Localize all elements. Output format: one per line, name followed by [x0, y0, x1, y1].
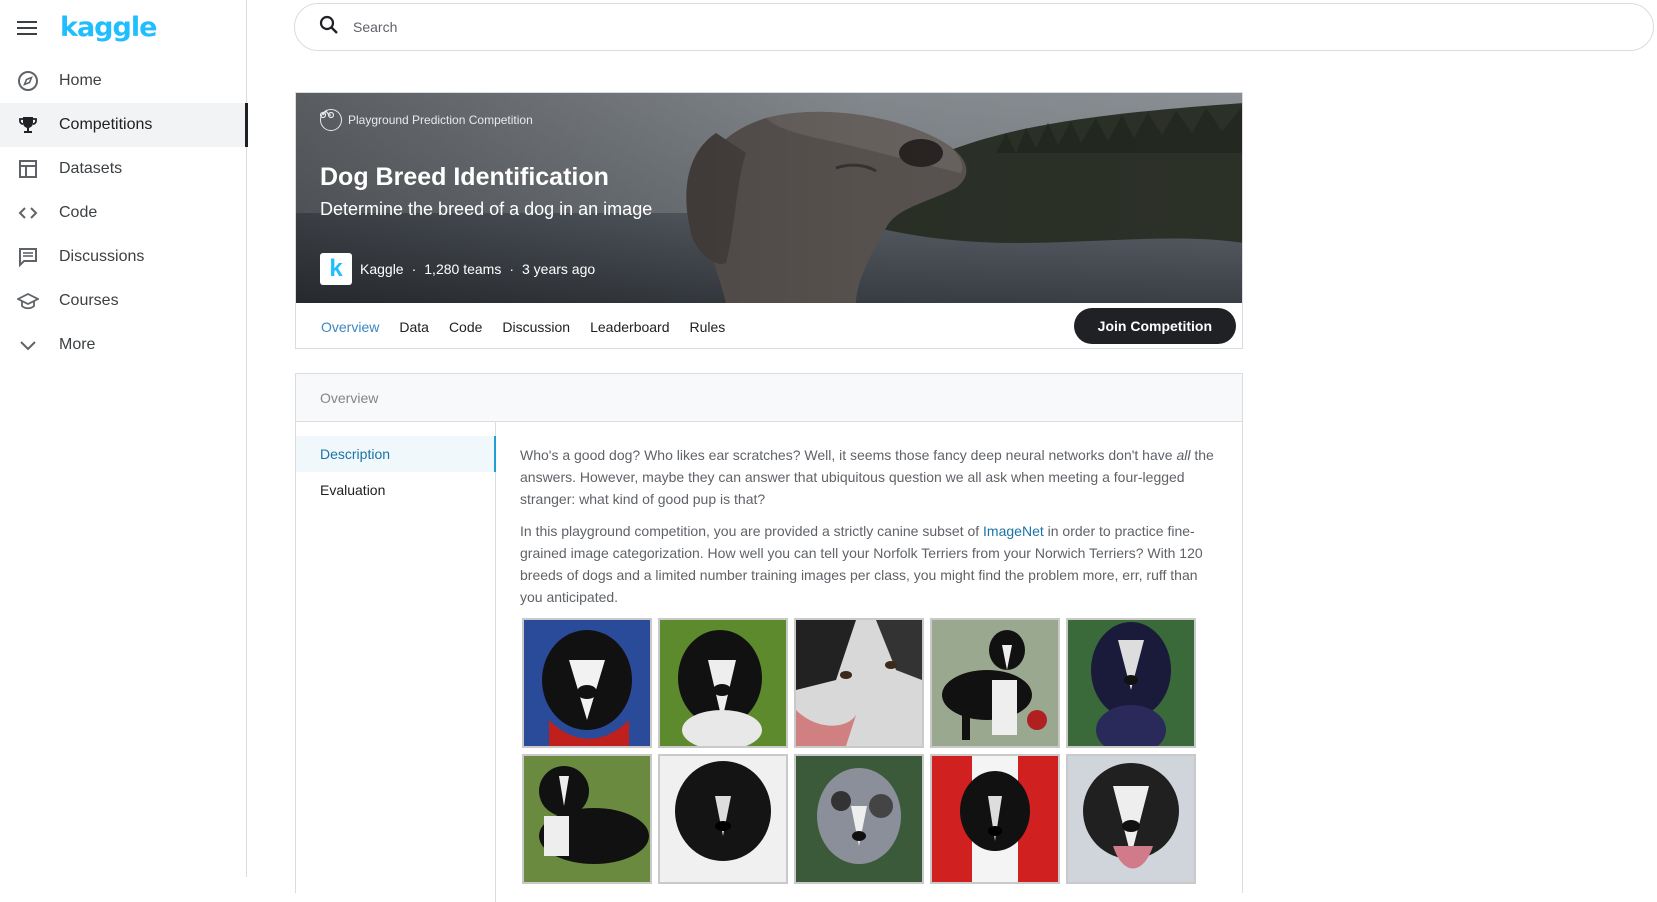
description-paragraph-1: Who's a good dog? Who likes ear scratche… — [520, 447, 1214, 507]
graduation-cap-icon — [16, 289, 40, 313]
search-input[interactable] — [353, 19, 1553, 35]
emphasis-text: all — [1176, 447, 1191, 463]
code-icon — [16, 201, 40, 225]
dog-photo — [658, 754, 788, 884]
competition-title: Dog Breed Identification — [320, 163, 609, 191]
tab-overview[interactable]: Overview — [321, 303, 379, 348]
competition-meta: k Kaggle · 1,280 teams · 3 years ago — [320, 253, 595, 285]
tab-code[interactable]: Code — [449, 303, 482, 348]
tab-data[interactable]: Data — [399, 303, 429, 348]
comments-icon — [16, 245, 40, 269]
dog-photo — [522, 754, 652, 884]
subnav-item-description[interactable]: Description — [296, 436, 496, 472]
meta-separator: · — [509, 261, 514, 277]
dog-photo — [794, 618, 924, 748]
nav-item-more[interactable]: More — [0, 323, 247, 367]
dog-image-gallery — [520, 618, 1220, 884]
team-count: 1,280 teams — [424, 261, 502, 277]
nav-item-discussions[interactable]: Discussions — [0, 235, 247, 279]
meta-separator: · — [411, 261, 417, 277]
competition-banner-image: Playground Prediction Competition Dog Br… — [296, 93, 1242, 303]
subnav-item-evaluation[interactable]: Evaluation — [296, 472, 495, 508]
competition-header: Playground Prediction Competition Dog Br… — [295, 92, 1243, 349]
nav-item-code[interactable]: Code — [0, 191, 247, 235]
tab-leaderboard[interactable]: Leaderboard — [590, 303, 669, 348]
chevron-down-icon — [16, 333, 40, 357]
dog-photo — [522, 618, 652, 748]
search-bar[interactable] — [294, 3, 1654, 51]
imagenet-link[interactable]: ImageNet — [983, 523, 1044, 539]
tab-rules[interactable]: Rules — [690, 303, 726, 348]
dog-photo — [930, 618, 1060, 748]
brand: kaggle — [14, 10, 157, 46]
nav-item-courses[interactable]: Courses — [0, 279, 247, 323]
overview-subnav: Description Evaluation — [296, 422, 496, 902]
dog-photo — [930, 754, 1060, 884]
dog-photo — [1066, 618, 1196, 748]
nav-label: Code — [59, 204, 98, 221]
competition-age: 3 years ago — [522, 261, 596, 277]
description-paragraph-2: In this playground competition, you are … — [520, 523, 1203, 605]
category-label: Playground Prediction Competition — [348, 113, 533, 127]
overview-header: Overview — [296, 374, 1242, 422]
tab-discussion[interactable]: Discussion — [502, 303, 570, 348]
nav-label: Discussions — [59, 248, 145, 265]
trophy-icon — [16, 113, 40, 137]
nav-item-home[interactable]: Home — [0, 59, 247, 103]
compass-icon — [16, 69, 40, 93]
dog-photo — [658, 618, 788, 748]
nav-label: Competitions — [59, 116, 153, 133]
nav-item-datasets[interactable]: Datasets — [0, 147, 247, 191]
overview-panel: Overview Description Evaluation Who's a … — [295, 373, 1243, 902]
search-icon — [319, 15, 339, 40]
competition-subtitle: Determine the breed of a dog in an image — [320, 199, 653, 219]
sidebar: kaggle Home Competitions Datasets Code D… — [0, 0, 248, 877]
join-competition-button[interactable]: Join Competition — [1073, 308, 1236, 344]
nav-item-competitions[interactable]: Competitions — [0, 103, 248, 147]
dog-photo — [1066, 754, 1196, 884]
dog-photo — [794, 754, 924, 884]
description-content: Who's a good dog? Who likes ear scratche… — [520, 444, 1220, 884]
table-icon — [16, 157, 40, 181]
nav-label: Home — [59, 72, 102, 89]
competition-category: Playground Prediction Competition — [320, 109, 533, 131]
kaggle-logo[interactable]: kaggle — [60, 12, 157, 43]
main-nav: Home Competitions Datasets Code Discussi… — [0, 59, 248, 367]
nav-label: Datasets — [59, 160, 123, 177]
host-logo: k — [320, 253, 352, 285]
nav-label: More — [59, 336, 96, 353]
host-name[interactable]: Kaggle — [360, 261, 404, 277]
playground-bike-icon — [320, 109, 342, 131]
nav-label: Courses — [59, 292, 119, 309]
hamburger-menu-icon[interactable] — [14, 15, 40, 41]
competition-tabs: Overview Data Code Discussion Leaderboar… — [296, 303, 1242, 348]
